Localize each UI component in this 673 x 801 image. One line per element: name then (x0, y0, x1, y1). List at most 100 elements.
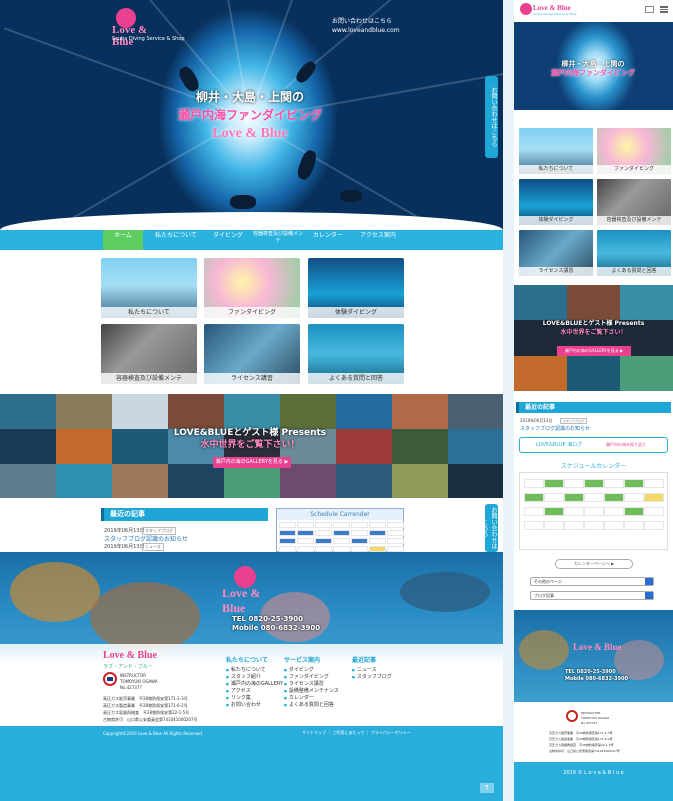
footer-link[interactable]: ファンダイビング (284, 673, 329, 680)
calendar-cell (315, 522, 332, 528)
gallery-photo (168, 394, 224, 429)
footer-link[interactable]: スタッフブログ (352, 673, 392, 680)
mobile-footer-tel[interactable]: TEL 0820-25-3900 (565, 669, 616, 675)
mobile-hero-title-line2: 瀬戸内海ファンダイビング (551, 69, 635, 77)
mobile-logo-text[interactable]: Love & Blue (533, 4, 571, 12)
footer-link[interactable]: 設備整備メンテナンス (284, 687, 339, 694)
post-title[interactable]: スタッフブログ認識のお知らせ (520, 425, 590, 432)
calendar-event[interactable] (544, 507, 564, 516)
calendar-cell (564, 479, 584, 488)
hero-title-line3: Love & Blue (212, 126, 288, 141)
calendar-event[interactable] (544, 479, 564, 488)
mobile-tile-fun-diving[interactable]: ファンダイビング (597, 128, 671, 174)
footer-link[interactable]: カレンダー (284, 694, 314, 701)
gallery-photo (224, 464, 280, 498)
tile-license[interactable]: ライセンス講習 (204, 324, 300, 384)
calendar-event[interactable] (524, 493, 544, 502)
tile-label: 体験ダイビング (308, 307, 404, 318)
mobile-gallery-button[interactable]: 瀬戸内の海のGALLERYを見る ▶ (557, 346, 631, 356)
calendar-event[interactable] (584, 479, 604, 488)
nav-diving[interactable]: ダイビング (208, 230, 248, 250)
mobile-blog-banner[interactable]: LOVE&BLUE 海ログ 瀬戸内の海を振り返り (519, 437, 668, 453)
post-title[interactable]: スタッフブログ認識のお知らせ (104, 534, 188, 543)
calendar-cell (524, 507, 544, 516)
site-logo[interactable]: Love & Blue Scuba Diving Service & Shop (112, 8, 185, 48)
logo-text: Love & Blue (222, 586, 261, 615)
tile-about[interactable]: 私たちについて (101, 258, 197, 318)
tile-maintenance[interactable]: 容器検査及び設備メンテ (101, 324, 197, 384)
calendar-event[interactable] (297, 530, 314, 536)
nav-maintenance[interactable]: 容器検査及び設備メンテ (252, 230, 304, 250)
calendar-event[interactable] (351, 538, 368, 544)
gallery-photo (448, 429, 503, 464)
footer-link[interactable]: お問い合わせ (226, 701, 261, 708)
mobile-gallery-banner[interactable] (514, 285, 673, 391)
calendar-event[interactable] (315, 538, 332, 544)
calendar-event[interactable] (333, 530, 350, 536)
mail-icon[interactable] (645, 6, 654, 13)
calendar-page-button[interactable]: カレンダーページへ ▶ (555, 559, 633, 569)
gallery-photo (56, 429, 112, 464)
instructor-number: No.427377 (120, 685, 142, 690)
gallery-photo (567, 356, 620, 391)
nav-about[interactable]: 私たちについて (148, 230, 204, 250)
footer-photo-logo: Love & Blue (222, 566, 286, 615)
calendar-event[interactable] (604, 493, 624, 502)
hamburger-menu-icon[interactable] (660, 6, 668, 13)
mobile-tile-about[interactable]: 私たちについて (519, 128, 593, 174)
footer-link[interactable]: ライセンス講習 (284, 680, 324, 687)
license-line: 古物商許可 山口県公安委員会第741041000207号 (103, 717, 198, 722)
footer-tel[interactable]: TEL 0820-25-3900 (232, 615, 303, 623)
gallery-button[interactable]: 瀬戸内の海のGALLERYを見る ▶ (213, 457, 291, 468)
tile-fun-diving[interactable]: ファンダイビング (204, 258, 300, 318)
back-to-top-button[interactable]: ↑ (480, 783, 494, 793)
gallery-photo (112, 464, 168, 498)
calendar-event[interactable] (369, 530, 386, 536)
footer-link[interactable]: よくある質問と回答 (284, 701, 334, 708)
calendar-event[interactable] (279, 530, 296, 536)
tile-label: ライセンス講習 (204, 373, 300, 384)
calendar-event[interactable] (279, 538, 296, 544)
calendar-cell (351, 530, 368, 536)
footer-mobile[interactable]: Mobile 080-6832-3900 (232, 624, 320, 632)
calendar-cell (351, 522, 368, 528)
mobile-tile-maintenance[interactable]: 容器検査及び設備メンテ (597, 179, 671, 225)
calendar-event[interactable] (624, 479, 644, 488)
post-tag: ニュース (142, 543, 164, 551)
mobile-footer-mobile[interactable]: Mobile 080-6832-3900 (565, 676, 628, 682)
blog-posts-select[interactable]: ブログ記事 (530, 591, 654, 600)
mobile-footer-photo (514, 610, 673, 702)
other-pages-select[interactable]: その他のページ (530, 577, 654, 586)
chevron-down-icon (645, 578, 653, 585)
recent-posts-heading: 最近の記事 (101, 508, 268, 521)
contact-link[interactable]: お問い合わせはこちら (332, 16, 392, 25)
footer-link[interactable]: ダイビング (284, 666, 314, 673)
side-contact-tab-2[interactable]: お問い合わせはこちら (481, 504, 498, 552)
footer-link[interactable]: 私たちについて (226, 666, 266, 673)
footer-link[interactable]: リンク集 (226, 694, 251, 701)
tile-trial-diving[interactable]: 体験ダイビング (308, 258, 404, 318)
mobile-tile-license[interactable]: ライセンス講習 (519, 230, 593, 276)
footer-link[interactable]: スタッフ紹介 (226, 673, 261, 680)
calendar-cell (369, 538, 386, 544)
nav-home[interactable]: ホーム (103, 230, 143, 250)
nav-calendar[interactable]: カレンダー (308, 230, 348, 250)
nav-access[interactable]: アクセス案内 (352, 230, 404, 250)
footer-link[interactable]: 瀬戸内の海のGALLERY (226, 680, 283, 687)
schedule-calendar: Schedule Carrender (276, 508, 404, 552)
mobile-logo-mark[interactable] (520, 3, 532, 15)
gallery-photo (392, 429, 448, 464)
calendar-cell (644, 507, 664, 516)
footer-link[interactable]: アクセス (226, 687, 251, 694)
mobile-tile-trial-diving[interactable]: 体験ダイビング (519, 179, 593, 225)
gallery-photo (224, 394, 280, 429)
bottom-links[interactable]: サイトマップ ｜ ご利用にあたって ｜ プライバシーポリシー (302, 730, 411, 736)
calendar-event[interactable] (624, 507, 644, 516)
mobile-tile-faq[interactable]: よくある質問と回答 (597, 230, 671, 276)
calendar-event[interactable] (564, 493, 584, 502)
tile-faq[interactable]: よくある質問と回答 (308, 324, 404, 384)
side-contact-tab[interactable]: お問い合わせはこちら (485, 76, 498, 158)
footer-link[interactable]: ニュース (352, 666, 377, 673)
copyright: Copyright©2019 Love & Blue All Rights Re… (103, 731, 204, 736)
calendar-cell (624, 521, 644, 530)
